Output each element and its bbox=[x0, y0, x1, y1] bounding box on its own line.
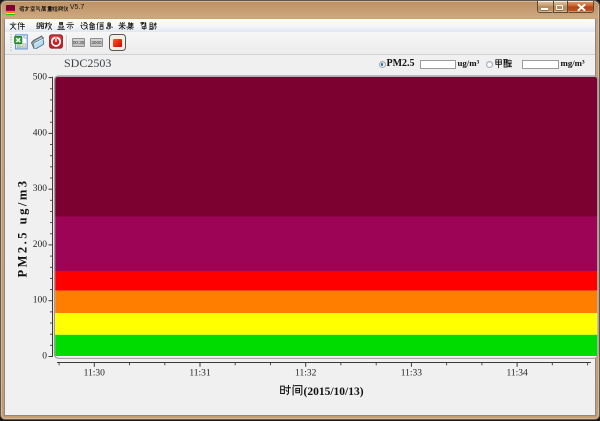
svg-text:0: 0 bbox=[42, 352, 47, 362]
svg-text:(2015/10/13): (2015/10/13) bbox=[304, 386, 364, 398]
svg-text:PM2.5 ug/m3: PM2.5 ug/m3 bbox=[16, 178, 30, 277]
svg-text:100: 100 bbox=[33, 296, 48, 306]
svg-text:200: 200 bbox=[33, 240, 48, 250]
svg-text:400: 400 bbox=[33, 128, 48, 138]
svg-text:11:32: 11:32 bbox=[295, 369, 317, 379]
svg-text:11:31: 11:31 bbox=[189, 369, 211, 379]
svg-text:300: 300 bbox=[33, 184, 48, 194]
svg-text:11:34: 11:34 bbox=[506, 369, 528, 379]
svg-text:500: 500 bbox=[33, 73, 48, 83]
svg-text:11:33: 11:33 bbox=[401, 369, 423, 379]
svg-text:11:30: 11:30 bbox=[84, 369, 106, 379]
